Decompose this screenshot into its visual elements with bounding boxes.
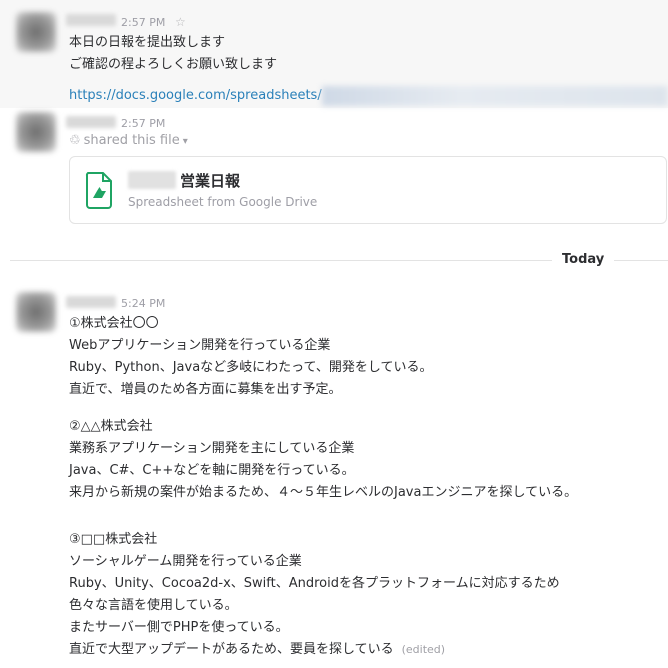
message-line: ②△△株式会社 <box>69 419 153 434</box>
shared-file-text: shared this file <box>83 133 180 148</box>
username-redacted[interactable] <box>66 14 116 26</box>
message-line: Ruby、Unity、Cocoa2d-x、Swift、Androidを各プラット… <box>69 576 560 591</box>
message-line: またサーバー側でPHPを使っている。 <box>69 620 289 635</box>
message-line-last: 直近で大型アップデートがあるため、要員を探している (edited) <box>69 642 445 658</box>
edited-label: (edited) <box>401 643 446 656</box>
avatar[interactable] <box>16 12 56 52</box>
chevron-down-icon[interactable]: ▾ <box>183 136 188 147</box>
google-sheets-icon <box>85 172 112 209</box>
message-line: 直近で、増員のため各方面に募集を出す予定。 <box>69 382 342 397</box>
message-line: ソーシャルゲーム開発を行っている企業 <box>69 554 302 569</box>
username-redacted[interactable] <box>66 116 116 128</box>
message-line: Ruby、Python、Javaなど多岐にわたって、開発をしている。 <box>69 360 433 375</box>
avatar[interactable] <box>16 292 56 332</box>
message-line: Webアプリケーション開発を行っている企業 <box>69 338 331 353</box>
filename-redacted <box>128 171 176 189</box>
shared-file-label[interactable]: ♲ shared this file ▾ <box>69 133 188 150</box>
message-line: 来月から新規の案件が始まるため、４〜５年生レベルのJavaエンジニアを探している… <box>69 485 578 500</box>
star-outline-icon[interactable]: ☆ <box>175 15 186 29</box>
message-line-text: 直近で大型アップデートがあるため、要員を探している <box>69 642 394 657</box>
message-line: 色々な言語を使用している。 <box>69 598 238 613</box>
message-line: 業務系アプリケーション開発を主にしている企業 <box>69 441 355 456</box>
message-line: ①株式会社〇〇 <box>69 316 159 331</box>
file-title[interactable]: 営業日報 <box>180 171 240 191</box>
avatar[interactable] <box>16 112 56 152</box>
message-timestamp[interactable]: 2:57 PM <box>121 117 165 131</box>
message-line: ご確認の程よろしくお願い致します <box>69 57 278 72</box>
link-redacted <box>322 86 668 106</box>
message-timestamp[interactable]: 5:24 PM <box>121 297 165 311</box>
username-redacted[interactable] <box>66 296 116 308</box>
message-line: Java、C#、C++などを軸に開発を行っている。 <box>69 463 355 478</box>
file-attachment-card[interactable]: 営業日報 Spreadsheet from Google Drive <box>69 156 667 224</box>
file-subtitle: Spreadsheet from Google Drive <box>128 195 318 209</box>
message-line: ③□□株式会社 <box>69 532 158 547</box>
spreadsheet-link[interactable]: https://docs.google.com/spreadsheets/ <box>69 88 322 104</box>
message-line: 本日の日報を提出致します <box>69 35 226 50</box>
google-drive-icon: ♲ <box>69 133 81 148</box>
message-timestamp[interactable]: 2:57 PM <box>121 16 165 30</box>
day-divider-label: Today <box>552 251 615 269</box>
